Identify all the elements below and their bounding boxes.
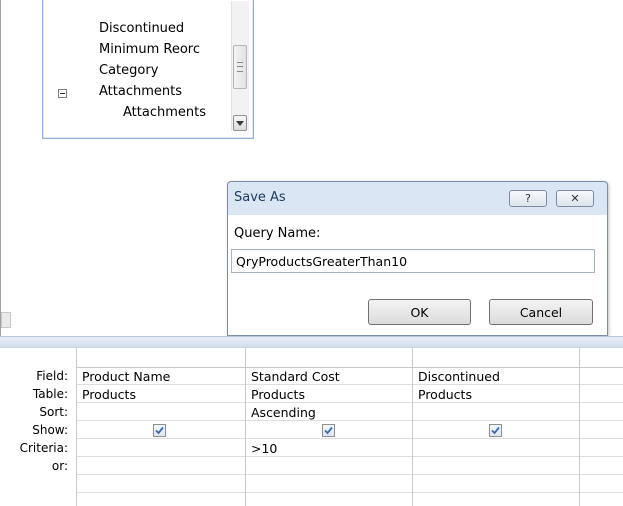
column-selector[interactable]	[413, 350, 579, 368]
dialog-body: Query Name: OK Cancel	[228, 215, 607, 335]
row-label-or: or:	[51, 459, 68, 473]
checkmark-icon	[155, 426, 164, 435]
grid-cell-or[interactable]	[77, 458, 245, 475]
grid-cell-show[interactable]	[580, 422, 623, 439]
column-selector[interactable]	[580, 350, 623, 368]
grid-cell-sort[interactable]	[77, 404, 245, 421]
close-button[interactable]: ✕	[556, 190, 594, 207]
grid-column-4	[580, 348, 623, 506]
help-button[interactable]: ?	[509, 190, 547, 207]
query-name-input[interactable]	[231, 249, 595, 273]
grid-cell-table[interactable]	[580, 386, 623, 403]
grid-cell-field[interactable]	[580, 368, 623, 385]
query-design-grid: Field: Table: Sort: Show: Criteria: or: …	[0, 348, 623, 506]
show-checkbox[interactable]	[489, 424, 502, 437]
grid-cell-or[interactable]	[246, 458, 412, 475]
grid-column-1: Product Name Products	[77, 348, 246, 506]
column-selector[interactable]	[246, 350, 412, 368]
horizontal-scrollbar[interactable]	[1, 312, 11, 328]
grid-cell-criteria[interactable]	[77, 440, 245, 457]
field-list-items: Discontinued Minimum Reorc Category Atta…	[53, 1, 229, 132]
grid-cell-table[interactable]: Products	[246, 386, 412, 403]
row-label-table: Table:	[32, 387, 68, 401]
grid-cell-show	[246, 422, 412, 439]
checkmark-icon	[491, 426, 500, 435]
grid-cell-show	[77, 422, 245, 439]
field-item-attachments-child[interactable]: Attachments	[123, 105, 206, 120]
cancel-button[interactable]: Cancel	[489, 299, 593, 325]
grid-cell-sort[interactable]: Ascending	[246, 404, 412, 421]
field-item-attachments[interactable]: Attachments	[99, 84, 182, 99]
grid-column-2: Standard Cost Products Ascending >10	[246, 348, 413, 506]
grid-cell-table[interactable]: Products	[77, 386, 245, 403]
grid-cell-show	[413, 422, 579, 439]
grip-icon	[237, 62, 243, 72]
grid-cell-table[interactable]: Products	[413, 386, 579, 403]
grid-row-labels: Field: Table: Sort: Show: Criteria: or:	[0, 348, 77, 506]
row-label-field: Field:	[36, 369, 68, 383]
grid-cell-criteria[interactable]	[413, 440, 579, 457]
close-icon: ✕	[570, 192, 580, 205]
field-list-scrollbar[interactable]	[231, 1, 249, 131]
scroll-down-button[interactable]	[233, 115, 247, 131]
pane-splitter[interactable]	[0, 336, 623, 348]
column-selector[interactable]	[77, 350, 245, 368]
arrow-down-icon	[236, 120, 244, 126]
show-checkbox[interactable]	[153, 424, 166, 437]
grid-cell-field[interactable]: Discontinued	[413, 368, 579, 385]
row-label-show: Show:	[32, 423, 68, 437]
grid-cell-empty[interactable]	[580, 476, 623, 493]
field-item-minimum-reorder[interactable]: Minimum Reorc	[99, 42, 200, 57]
collapse-icon[interactable]	[58, 89, 67, 98]
grid-cell-criteria[interactable]	[580, 440, 623, 457]
table-field-list: Discontinued Minimum Reorc Category Atta…	[42, 0, 254, 139]
grid-cell-empty[interactable]	[246, 476, 412, 493]
field-item-discontinued[interactable]: Discontinued	[99, 21, 184, 36]
grid-cell-sort[interactable]	[413, 404, 579, 421]
query-name-label: Query Name:	[234, 226, 321, 241]
grid-cell-or[interactable]	[413, 458, 579, 475]
grid-cell-criteria[interactable]: >10	[246, 440, 412, 457]
grid-cell-empty[interactable]	[77, 476, 245, 493]
grid-cell-field[interactable]: Product Name	[77, 368, 245, 385]
help-icon: ?	[525, 192, 531, 205]
field-item-category[interactable]: Category	[99, 63, 158, 78]
grid-cell-empty[interactable]	[413, 476, 579, 493]
grid-cell-sort[interactable]	[580, 404, 623, 421]
checkmark-icon	[324, 426, 333, 435]
row-label-criteria: Criteria:	[19, 441, 68, 455]
row-label-sort: Sort:	[39, 405, 68, 419]
grid-cell-field[interactable]: Standard Cost	[246, 368, 412, 385]
scrollbar-thumb[interactable]	[233, 45, 247, 89]
show-checkbox[interactable]	[322, 424, 335, 437]
ok-button[interactable]: OK	[368, 299, 471, 325]
grid-cell-or[interactable]	[580, 458, 623, 475]
save-as-dialog: Save As ? ✕ Query Name: OK Cancel	[227, 181, 608, 336]
query-design-area: Discontinued Minimum Reorc Category Atta…	[0, 0, 623, 336]
dialog-title: Save As	[234, 190, 286, 205]
grid-column-3: Discontinued Products	[413, 348, 580, 506]
